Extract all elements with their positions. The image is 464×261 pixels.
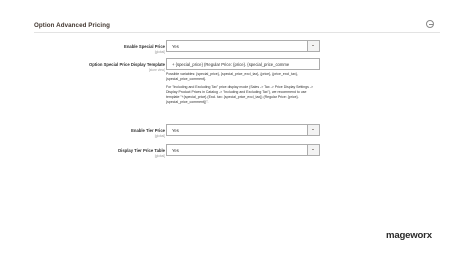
note-variables: Possible variables: {special_price}, {sp… xyxy=(166,72,298,81)
mageworx-logo: mageworx xyxy=(386,230,432,241)
special-price-template-value: + {special_price} (Regular Price: {price… xyxy=(172,62,290,68)
enable-tier-price-select[interactable]: Yes xyxy=(166,124,320,136)
enable-special-price-label: Enable Special Price xyxy=(124,44,165,49)
enable-special-price-select[interactable]: Yes xyxy=(166,40,320,52)
section-title[interactable]: Option Advanced Pricing xyxy=(34,22,110,29)
special-price-template-note: Possible variables: {special_price}, {sp… xyxy=(166,72,320,108)
section-divider xyxy=(34,32,440,33)
special-price-template-input[interactable]: + {special_price} (Regular Price: {price… xyxy=(166,58,320,70)
special-price-template-label: Option Special Price Display Template xyxy=(88,62,165,67)
enable-special-price-scope: [global] xyxy=(154,49,165,54)
enable-tier-price-value: Yes xyxy=(172,128,179,134)
section-header[interactable]: Option Advanced Pricing xyxy=(0,0,464,44)
display-tier-price-table-scope: [global] xyxy=(154,153,165,158)
display-tier-price-table-value: Yes xyxy=(172,148,179,154)
display-tier-price-table-select[interactable]: Yes xyxy=(166,144,320,156)
special-price-template-scope: [store view] xyxy=(148,67,165,72)
chevron-down-icon[interactable] xyxy=(307,125,319,136)
note-recommendation: For "Including and Excluding Tax" price … xyxy=(166,85,313,105)
chevron-down-icon[interactable] xyxy=(307,145,319,156)
collapse-icon[interactable] xyxy=(426,20,434,28)
enable-tier-price-scope: [global] xyxy=(154,133,165,138)
config-panel: Option Advanced Pricing Enable Special P… xyxy=(0,0,464,261)
chevron-down-icon[interactable] xyxy=(307,41,319,52)
enable-tier-price-label: Enable Tier Price xyxy=(131,128,165,133)
enable-special-price-value: Yes xyxy=(172,44,179,50)
display-tier-price-table-label: Display Tier Price Table xyxy=(118,148,165,153)
